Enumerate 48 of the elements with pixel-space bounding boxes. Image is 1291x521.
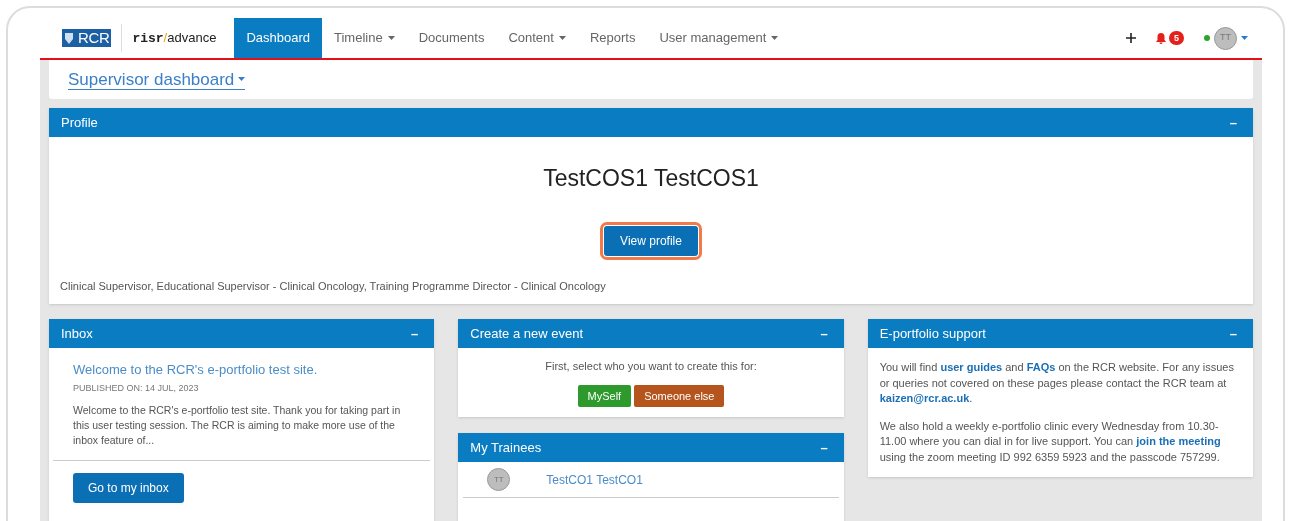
message-title[interactable]: Welcome to the RCR's e-portfolio test site. (73, 360, 411, 380)
panel-title: Create a new event (470, 324, 584, 343)
support-paragraph: We also hold a weekly e-portfolio clinic every Wednesday from 10.30-11.00 where you can dial in for live support. You can join the meeting using the zoom meeting ID 992 6359 5923 and the passcode 757299. (878, 418, 1222, 465)
nav-tab[interactable]: Reports (577, 18, 648, 58)
notification-badge: 5 (1169, 31, 1184, 45)
message-excerpt: Welcome to the RCR's e-portfolio test site. Thank you for taking part in this user testing session. The RCR is aiming to make more use of the inbox feature of... (73, 403, 402, 448)
panel-title: Profile (61, 113, 98, 132)
collapse-button[interactable]: – (407, 327, 423, 340)
caret-icon (238, 77, 246, 81)
caret-icon (387, 36, 395, 40)
panel-title: My Trainees (470, 438, 542, 457)
user-menu[interactable]: TT (1204, 26, 1248, 50)
nav-tab[interactable]: User management (647, 18, 791, 58)
collapse-button[interactable]: – (816, 441, 832, 454)
collapse-button[interactable]: – (816, 327, 832, 340)
support-link[interactable]: user guides (940, 361, 1003, 373)
nav-tab[interactable]: Timeline (322, 18, 407, 58)
support-link[interactable]: FAQs (1026, 361, 1056, 373)
caret-icon (771, 36, 779, 40)
published-date: PUBLISHED ON: 14 JUL, 2023 (73, 381, 200, 395)
dashboard-switch[interactable]: Supervisor dashboard (68, 69, 246, 90)
trainee-link[interactable]: TestCO1 TestCO1 (546, 470, 643, 489)
product-name: risr/advance (132, 28, 217, 48)
bell-icon (1156, 32, 1166, 44)
profile-name: TestCOS1 TestCOS1 (543, 164, 759, 193)
crest-icon (62, 29, 76, 47)
add-button[interactable] (1126, 33, 1136, 43)
go-to-inbox-button[interactable]: Go to my inbox (73, 473, 184, 503)
nav-tab[interactable]: Dashboard (234, 18, 322, 58)
collapse-button[interactable]: – (1225, 327, 1241, 340)
event-target-button[interactable]: MySelf (577, 384, 632, 407)
panel-title: Inbox (61, 324, 93, 343)
collapse-button[interactable]: – (1225, 116, 1241, 129)
event-target-button[interactable]: Someone else (634, 384, 725, 407)
panel-title: E-portfolio support (879, 324, 986, 343)
support-paragraph: You will find user guides and FAQs on the RCR website. For any issues or queries not covered on these pages please contact the RCR team at kaizen@rcr.ac.uk. (878, 360, 1235, 406)
profile-roles: Clinical Supervisor, Educational Supervisor - Clinical Oncology, Training Programme Director - Clinical Oncology (60, 278, 606, 294)
event-prompt: First, select who you want to create this for: (545, 359, 757, 374)
user-avatar: TT (1214, 26, 1237, 50)
nav-tab[interactable]: Content (496, 18, 578, 58)
nav-tab[interactable]: Documents (406, 18, 497, 58)
trainee-avatar: TT (487, 468, 511, 491)
plus-icon (1126, 33, 1136, 43)
support-link[interactable]: join the meeting (1136, 435, 1221, 447)
caret-icon (558, 36, 566, 40)
caret-icon (1241, 36, 1248, 40)
logo-text: RCR (76, 29, 112, 47)
notifications-button[interactable]: 5 (1156, 31, 1184, 45)
